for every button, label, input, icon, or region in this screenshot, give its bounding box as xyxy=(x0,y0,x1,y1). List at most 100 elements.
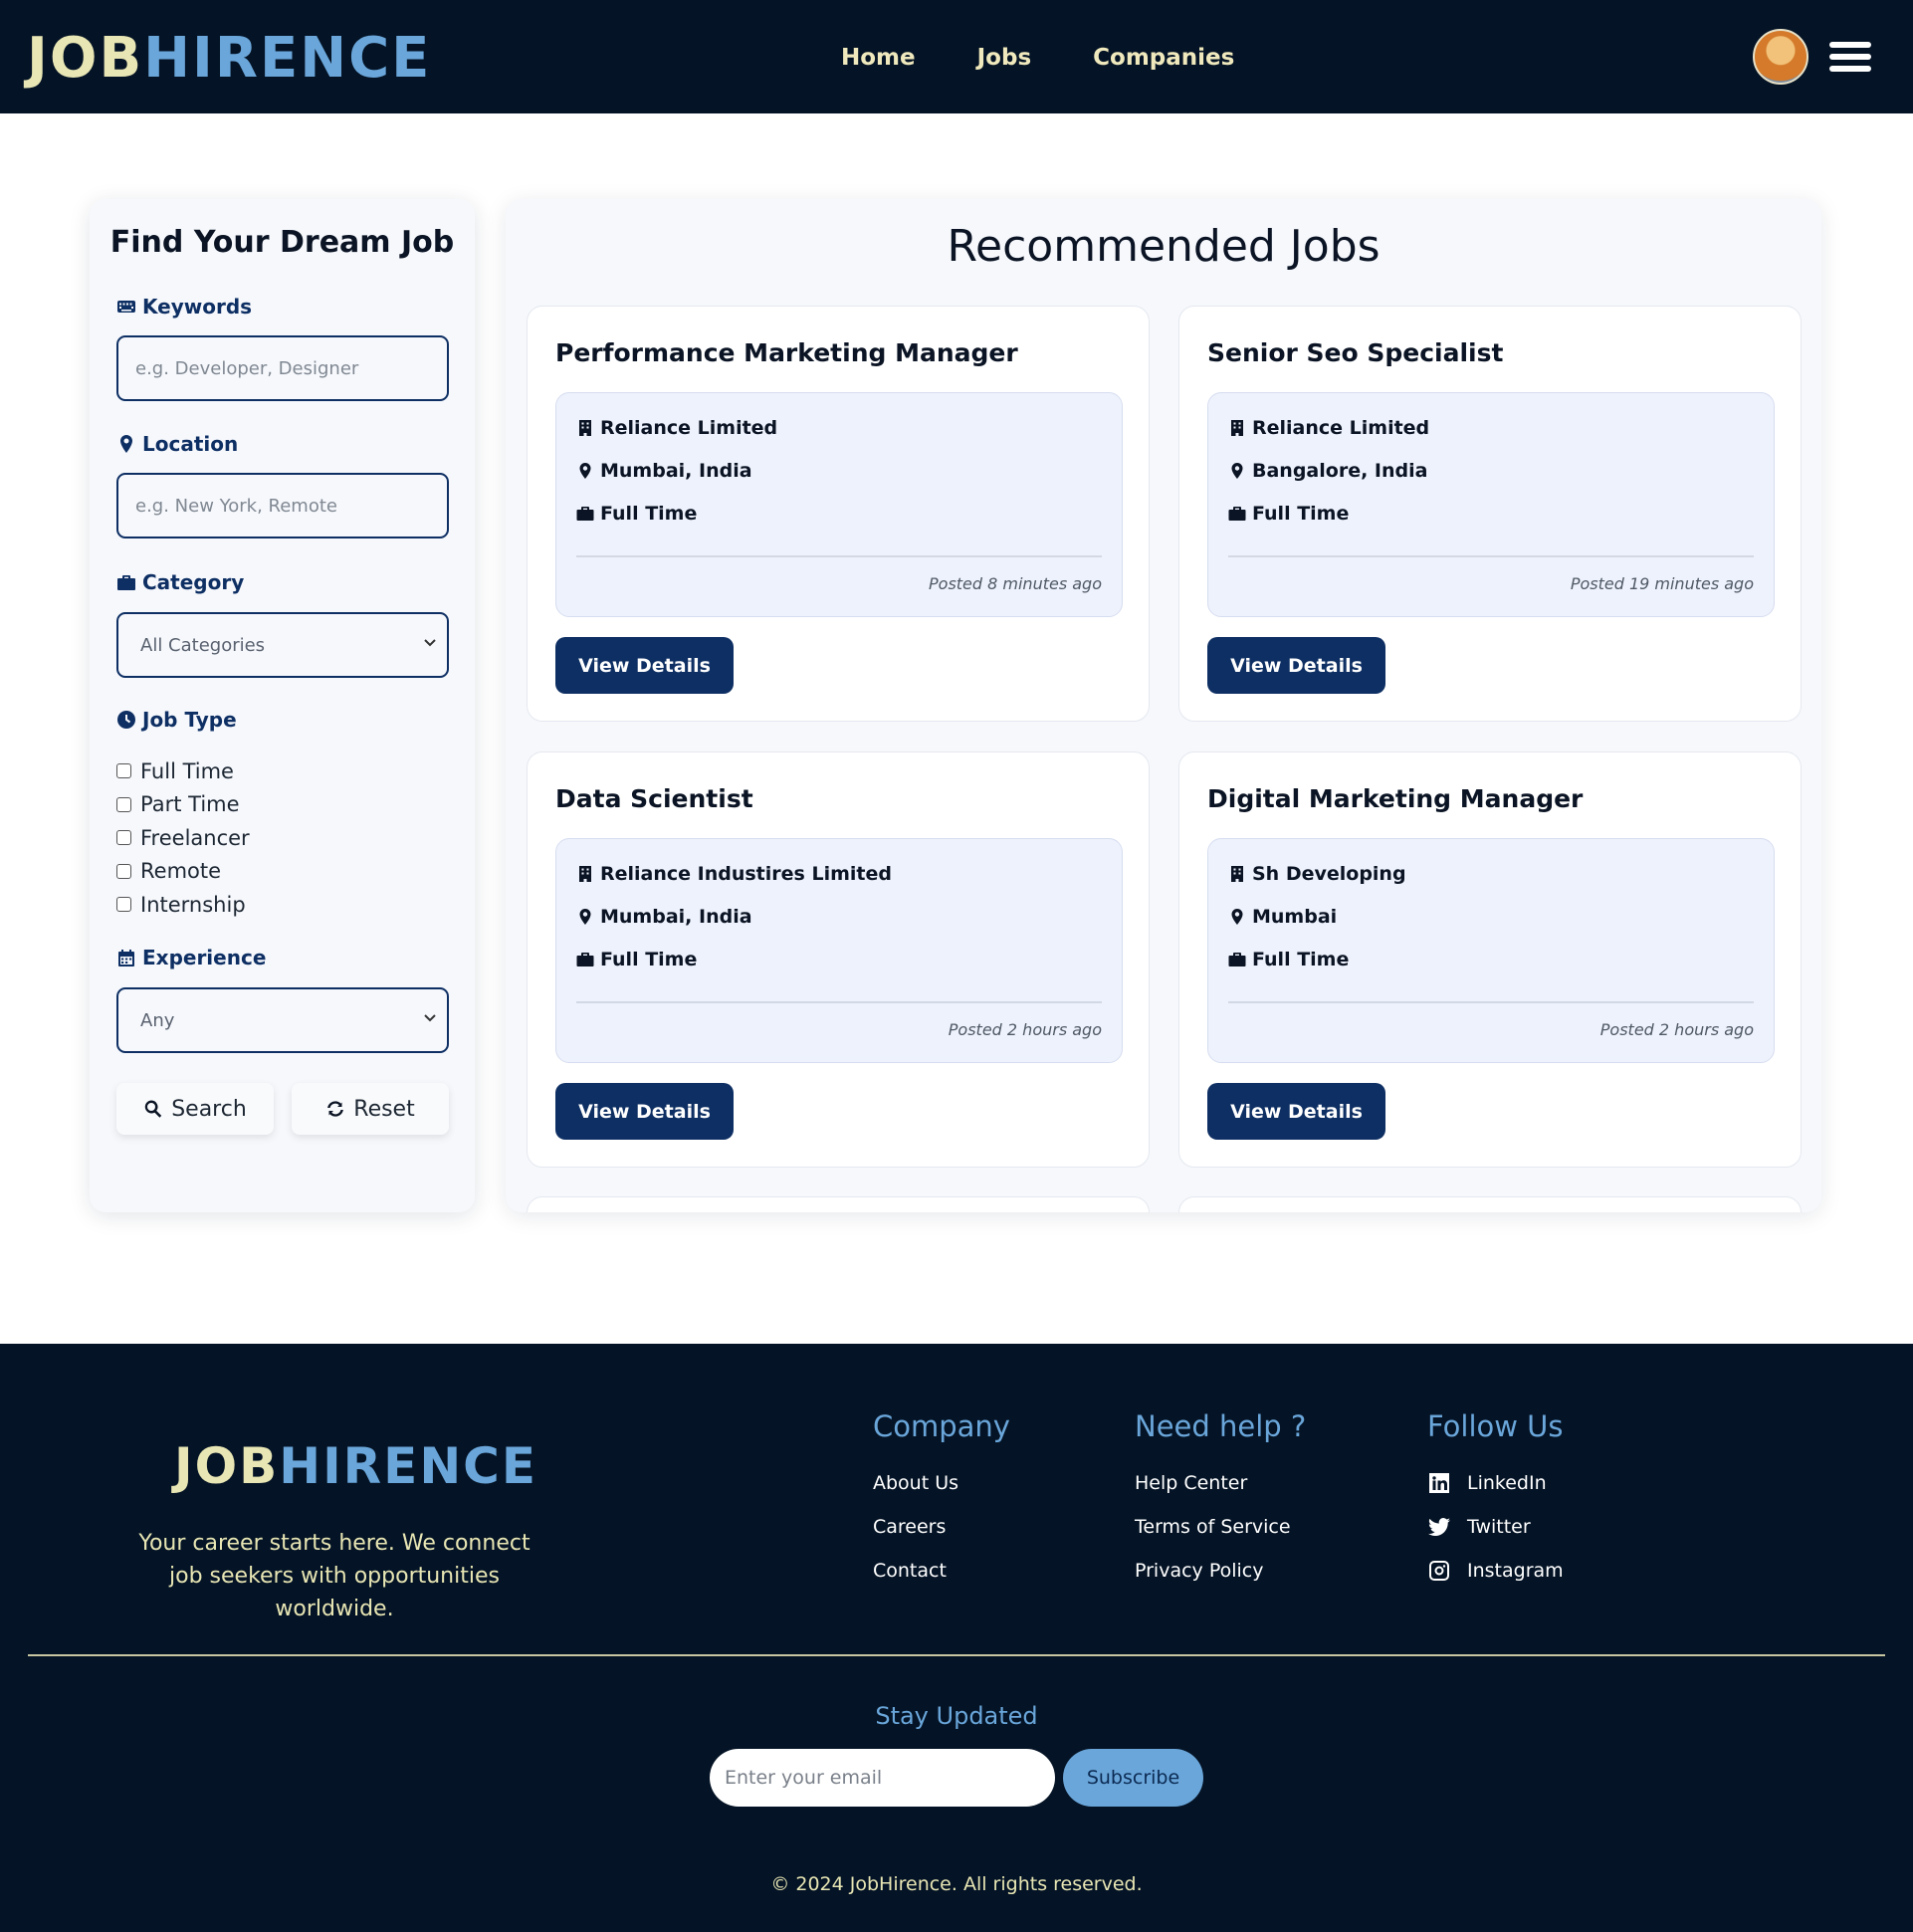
checkbox-box[interactable] xyxy=(116,796,131,812)
job-card: Digital Marketing Manager Sh Developing … xyxy=(1178,751,1802,1168)
clock-icon xyxy=(117,711,135,729)
email-placeholder: Enter your email xyxy=(725,1767,883,1789)
calendar-icon xyxy=(118,950,134,966)
footer-divider xyxy=(28,1654,1885,1656)
briefcase-icon xyxy=(1228,953,1246,966)
footer-link-contact[interactable]: Contact xyxy=(873,1549,1010,1593)
briefcase-icon xyxy=(1228,507,1246,521)
main-nav: Home Jobs Companies xyxy=(841,40,1296,76)
checkbox-box[interactable] xyxy=(116,763,131,779)
footer-link-privacy[interactable]: Privacy Policy xyxy=(1135,1549,1306,1593)
footer-link-terms[interactable]: Terms of Service xyxy=(1135,1505,1306,1549)
brand-logo[interactable]: JOBHIRENCE xyxy=(27,26,431,92)
view-details-button[interactable]: View Details xyxy=(555,637,734,694)
company-row: Sh Developing xyxy=(1228,863,1406,885)
divider xyxy=(576,555,1102,557)
refresh-icon xyxy=(327,1101,344,1117)
experience-select[interactable]: Any xyxy=(116,987,449,1053)
footer-link-linkedin[interactable]: LinkedIn xyxy=(1427,1461,1564,1505)
company-name: Reliance Limited xyxy=(1252,417,1430,439)
job-title: Performance Marketing Manager xyxy=(555,338,1018,367)
location-row: Mumbai xyxy=(1228,906,1337,928)
checkbox-internship[interactable]: Internship xyxy=(116,888,250,922)
job-info-box: Reliance Industires Limited Mumbai, Indi… xyxy=(555,838,1123,1063)
job-card: Performance Marketing Manager Reliance L… xyxy=(527,306,1150,722)
reset-button[interactable]: Reset xyxy=(292,1083,449,1135)
job-title: Digital Marketing Manager xyxy=(1207,784,1584,813)
view-details-button[interactable]: View Details xyxy=(1207,637,1385,694)
map-marker-icon xyxy=(579,463,591,479)
experience-label-text: Experience xyxy=(142,946,267,969)
footer-help-column: Need help ? Help Center Terms of Service… xyxy=(1135,1409,1306,1593)
checkbox-full-time[interactable]: Full Time xyxy=(116,754,250,788)
experience-selected: Any xyxy=(140,1009,175,1031)
checkbox-freelancer[interactable]: Freelancer xyxy=(116,821,250,855)
job-type-label: Job Type xyxy=(116,708,237,732)
view-details-button[interactable]: View Details xyxy=(1207,1083,1385,1140)
footer-logo[interactable]: JOBHIRENCE xyxy=(174,1437,537,1495)
type-row: Full Time xyxy=(576,949,697,970)
search-button[interactable]: Search xyxy=(116,1083,274,1135)
footer-link-twitter[interactable]: Twitter xyxy=(1427,1505,1564,1549)
hamburger-menu-icon[interactable] xyxy=(1829,42,1871,72)
building-icon xyxy=(1231,420,1243,436)
logo-part-hirence: HIRENCE xyxy=(143,26,432,91)
checkbox-box[interactable] xyxy=(116,830,131,846)
nav-jobs-link[interactable]: Jobs xyxy=(977,40,1032,76)
job-location: Mumbai, India xyxy=(600,906,752,928)
type-row: Full Time xyxy=(576,503,697,525)
job-title: Senior Seo Specialist xyxy=(1207,338,1504,367)
location-row: Bangalore, India xyxy=(1228,460,1427,482)
company-row: Reliance Limited xyxy=(576,417,777,439)
building-icon xyxy=(1231,866,1243,882)
keywords-placeholder: e.g. Developer, Designer xyxy=(135,357,359,379)
posted-time: Posted 2 hours ago xyxy=(1599,1020,1754,1039)
footer-link-careers[interactable]: Careers xyxy=(873,1505,1010,1549)
instagram-label: Instagram xyxy=(1467,1560,1564,1582)
footer-follow-title: Follow Us xyxy=(1427,1409,1564,1443)
category-label: Category xyxy=(116,570,244,594)
subscribe-button[interactable]: Subscribe xyxy=(1063,1749,1203,1807)
job-card: Senior Seo Specialist Reliance Limited B… xyxy=(1178,306,1802,722)
company-name: Reliance Limited xyxy=(600,417,778,439)
chevron-down-icon xyxy=(424,1014,436,1022)
view-details-button[interactable]: View Details xyxy=(555,1083,734,1140)
location-placeholder: e.g. New York, Remote xyxy=(135,495,337,517)
experience-label: Experience xyxy=(116,946,266,969)
copyright-text: © 2024 JobHirence. All rights reserved. xyxy=(770,1873,1143,1895)
nav-home-link[interactable]: Home xyxy=(841,40,916,76)
instagram-icon xyxy=(1429,1561,1449,1581)
location-row: Mumbai, India xyxy=(576,460,752,482)
nav-companies-link[interactable]: Companies xyxy=(1093,40,1234,76)
checkbox-remote[interactable]: Remote xyxy=(116,855,250,889)
map-marker-icon xyxy=(1231,463,1243,479)
posted-time: Posted 8 minutes ago xyxy=(929,574,1102,593)
site-footer: JOBHIRENCE Your career starts here. We c… xyxy=(0,1344,1913,1932)
keywords-input[interactable]: e.g. Developer, Designer xyxy=(116,335,449,401)
divider xyxy=(1228,555,1754,557)
job-card-partial xyxy=(1178,1196,1802,1212)
search-icon xyxy=(144,1100,162,1118)
type-row: Full Time xyxy=(1228,949,1349,970)
footer-link-instagram[interactable]: Instagram xyxy=(1427,1549,1564,1593)
footer-link-help-center[interactable]: Help Center xyxy=(1135,1461,1306,1505)
footer-link-about[interactable]: About Us xyxy=(873,1461,1010,1505)
job-type: Full Time xyxy=(600,503,698,525)
briefcase-icon xyxy=(576,507,594,521)
category-select[interactable]: All Categories xyxy=(116,612,449,678)
newsletter-email-input[interactable]: Enter your email xyxy=(710,1749,1055,1807)
checkbox-box[interactable] xyxy=(116,863,131,879)
logo-part-job: JOB xyxy=(174,1437,280,1495)
location-input[interactable]: e.g. New York, Remote xyxy=(116,473,449,538)
checkbox-box[interactable] xyxy=(116,897,131,913)
job-info-box: Reliance Limited Bangalore, India Full T… xyxy=(1207,392,1775,617)
checkbox-part-time[interactable]: Part Time xyxy=(116,788,250,822)
user-avatar[interactable] xyxy=(1753,29,1808,85)
job-type-checkboxes: Full Time Part Time Freelancer Remote In… xyxy=(116,754,250,922)
job-type-label-text: Job Type xyxy=(142,708,237,732)
footer-help-title: Need help ? xyxy=(1135,1409,1307,1443)
keyboard-icon xyxy=(117,301,135,313)
location-label: Location xyxy=(116,432,238,456)
company-row: Reliance Limited xyxy=(1228,417,1429,439)
logo-part-hirence: HIRENCE xyxy=(279,1437,538,1495)
